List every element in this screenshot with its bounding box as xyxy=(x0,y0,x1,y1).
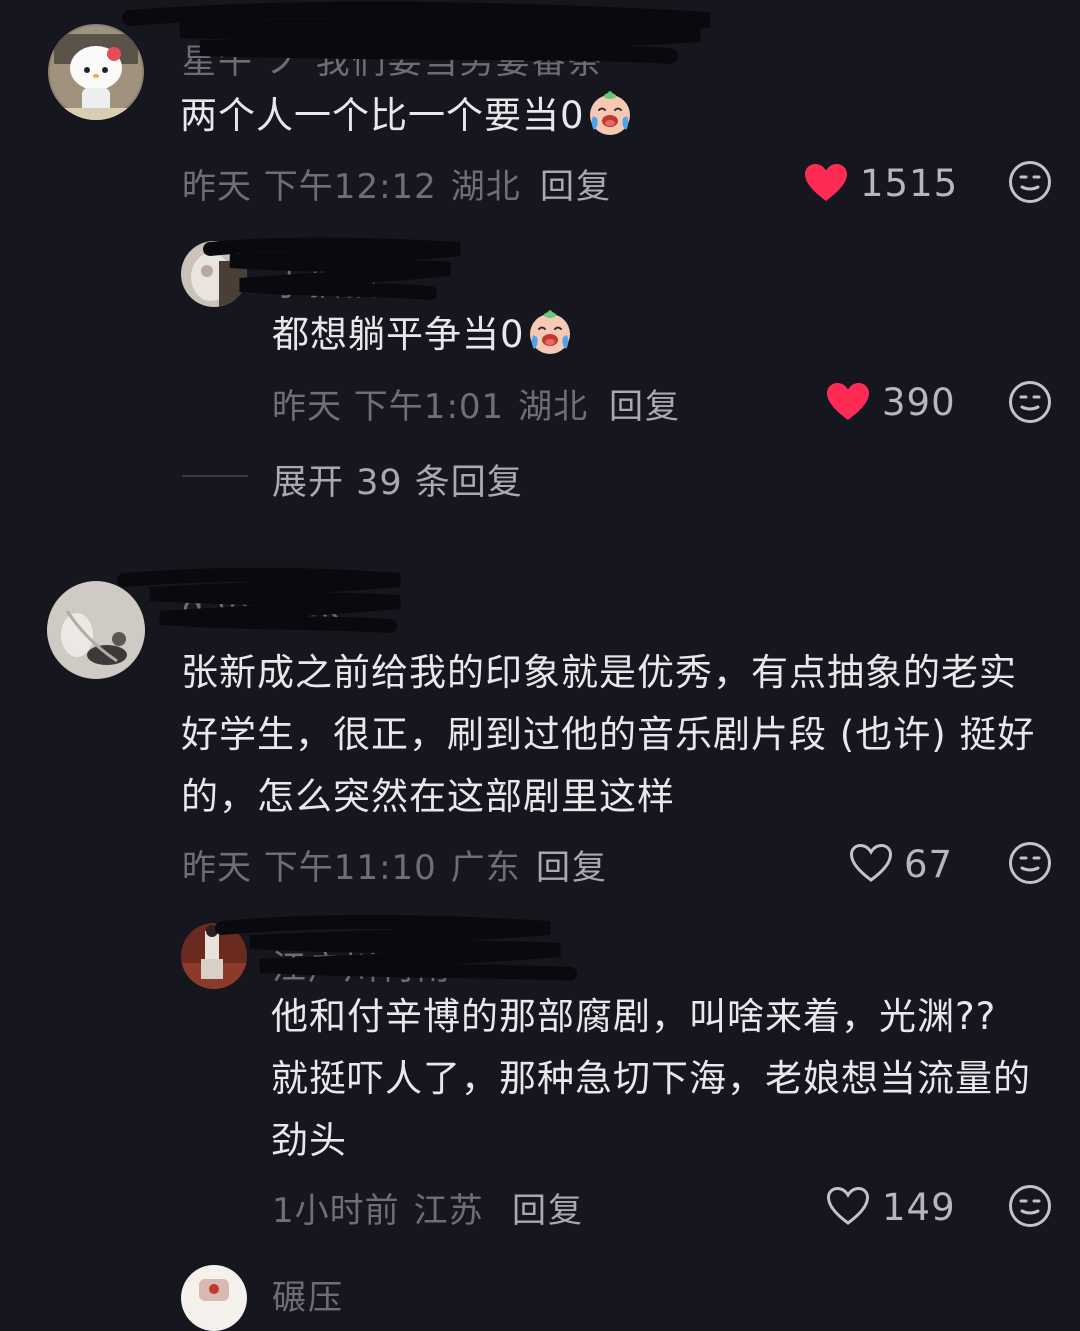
like-count: 390 xyxy=(882,381,956,424)
heart-icon[interactable] xyxy=(849,843,893,883)
crying-emoji xyxy=(585,88,635,138)
comment-username[interactable]: 碾压 xyxy=(272,1270,344,1319)
comment-meta: 昨天 下午11:10 广东 xyxy=(182,840,535,889)
comment-text-line: 的，怎么突然在这部剧里这样 xyxy=(181,775,675,818)
reply-location: 江苏 xyxy=(413,1191,484,1231)
reply-time: 昨天 下午1:01 xyxy=(272,387,505,427)
like-count: 67 xyxy=(904,843,954,886)
avatar[interactable] xyxy=(181,1265,247,1331)
avatar[interactable] xyxy=(48,24,144,120)
reply-button[interactable]: 回复 xyxy=(536,840,608,889)
comment-location: 湖北 xyxy=(450,167,521,207)
avatar-image xyxy=(181,1265,247,1331)
comment-username[interactable]: dadaook xyxy=(182,588,342,628)
reply-text-line: 劲头 xyxy=(271,1119,347,1162)
comment-text: 两个人一个比一个要当0 xyxy=(180,85,635,147)
like-count: 1515 xyxy=(860,162,959,205)
emoji-icon[interactable] xyxy=(1008,841,1052,885)
comment-time: 昨天 下午11:10 xyxy=(182,848,437,888)
comment-username[interactable]: 星午 ノ 我们要当男妻番茶 xyxy=(182,34,604,83)
reply-text: 他和付辛博的那部腐剧，叫啥来着，光渊?? 就挺吓人了，那种急切下海，老娘想当流量… xyxy=(271,986,1071,1172)
like-count: 149 xyxy=(882,1186,956,1229)
emoji-icon[interactable] xyxy=(1008,160,1052,204)
emoji-icon[interactable] xyxy=(1008,1184,1052,1228)
heart-icon[interactable] xyxy=(804,163,848,203)
comment-text-line: 张新成之前给我的印象就是优秀，有点抽象的老实 xyxy=(181,651,1017,694)
avatar-image xyxy=(181,923,247,989)
reply-button[interactable]: 回复 xyxy=(609,379,681,428)
avatar-image xyxy=(48,24,144,120)
reply-username[interactable]: 江户川柯南 xyxy=(272,940,452,989)
comment-text-line: 好学生，很正，刷到过他的音乐剧片段 (也许) 挺好 xyxy=(181,713,1036,756)
heart-icon[interactable] xyxy=(826,382,870,422)
avatar-image xyxy=(47,581,145,679)
crying-emoji xyxy=(525,307,575,357)
reply-avatar[interactable] xyxy=(181,241,247,307)
reply-button[interactable]: 回复 xyxy=(540,159,612,208)
reply-meta: 昨天 下午1:01 湖北 xyxy=(272,379,602,428)
reply-meta: 1小时前 江苏 xyxy=(272,1183,498,1232)
expand-divider xyxy=(182,475,248,477)
heart-icon[interactable] xyxy=(826,1186,870,1226)
comment-meta: 昨天 下午12:12 湖北 xyxy=(182,159,535,208)
avatar[interactable] xyxy=(47,581,145,679)
emoji-icon[interactable] xyxy=(1008,380,1052,424)
reply-button[interactable]: 回复 xyxy=(512,1183,584,1232)
reply-text-line: 他和付辛博的那部腐剧，叫啥来着，光渊?? xyxy=(271,995,997,1038)
comment-location: 广东 xyxy=(450,848,521,888)
reply-text-line: 就挺吓人了，那种急切下海，老娘想当流量的 xyxy=(271,1057,1031,1100)
comment-text: 张新成之前给我的印象就是优秀，有点抽象的老实 好学生，很正，刷到过他的音乐剧片段… xyxy=(181,642,1061,828)
reply-avatar[interactable] xyxy=(181,923,247,989)
reply-location: 湖北 xyxy=(518,387,589,427)
expand-replies-button[interactable]: 展开 39 条回复 xyxy=(272,454,523,505)
reply-text-content: 都想躺平争当0 xyxy=(272,313,525,356)
comment-text-content: 两个人一个比一个要当0 xyxy=(180,94,585,137)
comment-time: 昨天 下午12:12 xyxy=(182,167,437,207)
reply-time: 1小时前 xyxy=(272,1191,400,1231)
reply-username[interactable]: 小猫猫 xyxy=(272,256,380,305)
avatar-image xyxy=(181,241,247,307)
reply-text: 都想躺平争当0 xyxy=(272,304,575,366)
